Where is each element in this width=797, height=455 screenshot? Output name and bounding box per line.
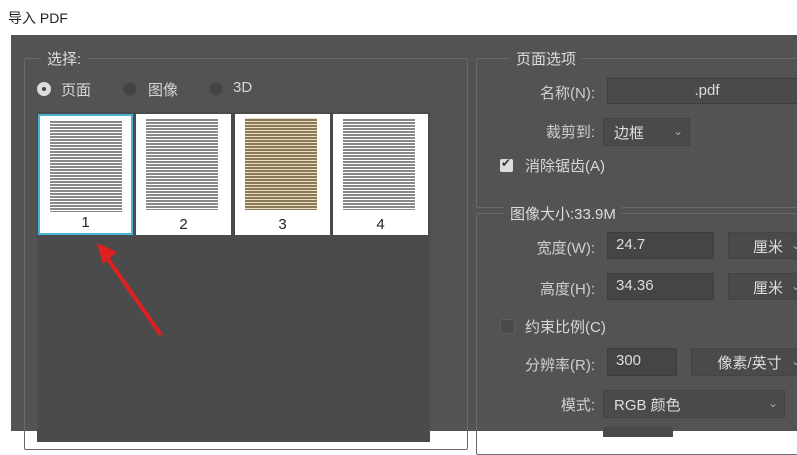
radio-image[interactable] xyxy=(123,82,137,96)
chevron-down-icon: ⌄ xyxy=(672,124,683,138)
thumbnail-number: 3 xyxy=(278,216,287,233)
name-label: 名称(N): xyxy=(540,85,595,102)
page-options-label: 页面选项 xyxy=(510,48,583,69)
width-input[interactable]: 24.7 xyxy=(607,232,714,259)
crop-value: 边框 xyxy=(614,125,645,142)
width-label: 宽度(W): xyxy=(536,240,595,257)
thumbnail-page-2[interactable]: 2 xyxy=(136,114,231,235)
dialog-panel: 选择: 页面 图像 3D 1 2 3 4 页面选项 名称(N): .pdf 裁剪… xyxy=(11,35,797,455)
resolution-label: 分辨率(R): xyxy=(525,357,595,374)
chevron-down-icon: ⌄ xyxy=(790,279,797,293)
height-label: 高度(H): xyxy=(540,281,595,298)
constrain-checkbox[interactable] xyxy=(500,319,515,334)
thumbnail-page-4[interactable]: 4 xyxy=(333,114,428,235)
thumbnail-page-3[interactable]: 3 xyxy=(235,114,330,235)
mode-dropdown[interactable]: RGB 颜色 ⌄ xyxy=(603,390,785,418)
height-input[interactable]: 34.36 xyxy=(607,273,714,300)
image-size-label: 图像大小:33.9M xyxy=(504,203,622,224)
radio-page[interactable] xyxy=(37,82,51,96)
page-preview xyxy=(50,120,122,212)
width-unit-dropdown[interactable]: 厘米 ⌄ xyxy=(728,232,797,259)
select-group-label: 选择: xyxy=(41,48,88,69)
page-preview xyxy=(146,118,218,210)
page-preview xyxy=(245,118,317,210)
mode-value: RGB 颜色 xyxy=(614,397,681,414)
dialog-title: 导入 PDF xyxy=(8,10,68,26)
chevron-down-icon: ⌄ xyxy=(790,238,797,252)
mode-label: 模式: xyxy=(560,397,595,414)
antialias-label[interactable]: 消除锯齿(A) xyxy=(525,155,605,176)
radio-3d[interactable] xyxy=(209,82,223,96)
page-preview xyxy=(343,118,415,210)
resolution-input[interactable]: 300 xyxy=(607,348,677,376)
height-unit-dropdown[interactable]: 厘米 ⌄ xyxy=(728,273,797,300)
name-input[interactable]: .pdf xyxy=(607,78,797,104)
bit-depth-dropdown[interactable] xyxy=(603,427,673,437)
resolution-unit-dropdown[interactable]: 像素/英寸 ⌄ xyxy=(691,348,797,376)
red-arrow-annotation xyxy=(97,243,163,337)
thumbnail-number: 1 xyxy=(81,214,90,231)
height-unit-value: 厘米 xyxy=(752,280,783,297)
constrain-label[interactable]: 约束比例(C) xyxy=(525,316,606,337)
crop-dropdown[interactable]: 边框 ⌄ xyxy=(603,118,690,146)
chevron-down-icon: ⌄ xyxy=(767,396,778,410)
thumbnail-page-1[interactable]: 1 xyxy=(38,114,133,235)
chevron-down-icon: ⌄ xyxy=(790,354,797,368)
checkmark-icon: ✔ xyxy=(501,156,512,170)
radio-3d-label[interactable]: 3D xyxy=(233,79,252,96)
crop-label: 裁剪到: xyxy=(545,124,595,141)
resolution-unit-value: 像素/英寸 xyxy=(717,355,782,372)
thumbnail-number: 4 xyxy=(376,216,385,233)
radio-image-label[interactable]: 图像 xyxy=(148,79,178,100)
radio-page-label[interactable]: 页面 xyxy=(61,79,91,100)
width-unit-value: 厘米 xyxy=(752,239,783,256)
antialias-checkbox[interactable]: ✔ xyxy=(500,156,513,172)
